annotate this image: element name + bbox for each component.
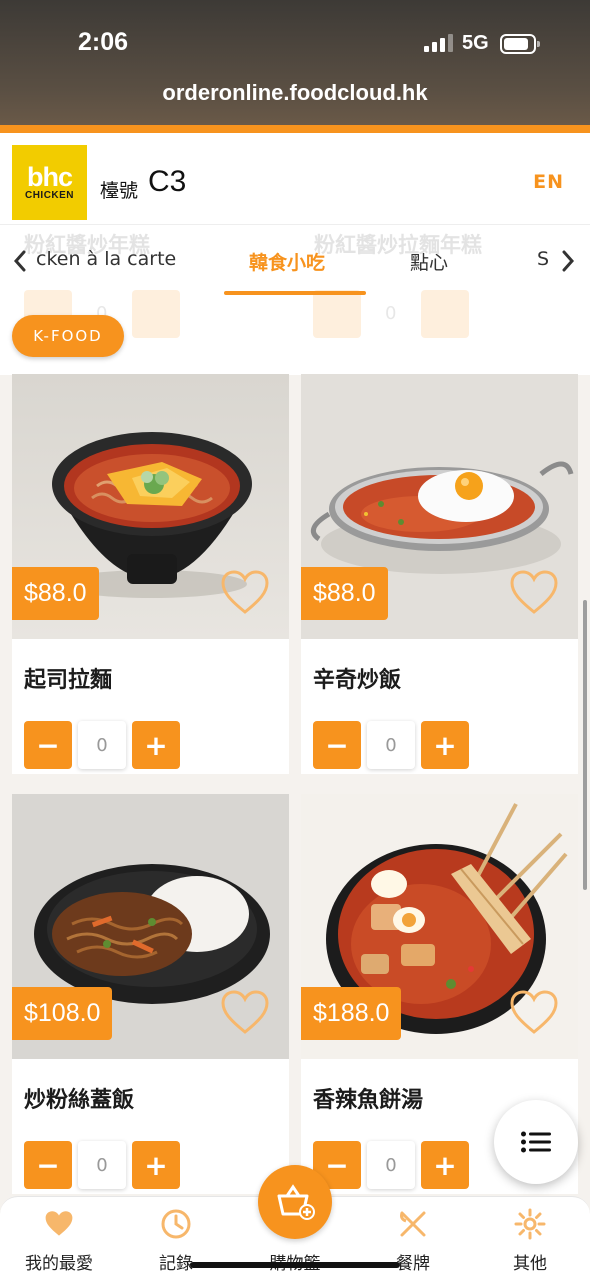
nav-more[interactable]: 其他 bbox=[480, 1207, 580, 1274]
basket-icon bbox=[277, 1184, 315, 1220]
list-icon bbox=[521, 1131, 551, 1153]
product-card[interactable]: $88.0 起司拉麵 − 0 + bbox=[12, 374, 289, 774]
url-bar[interactable]: orderonline.foodcloud.hk bbox=[0, 80, 590, 106]
decrease-qty-button[interactable]: − bbox=[24, 721, 72, 769]
product-card[interactable]: $108.0 炒粉絲蓋飯 − 0 + bbox=[12, 794, 289, 1194]
decrease-qty-button[interactable]: − bbox=[24, 1141, 72, 1189]
utensils-icon bbox=[400, 1211, 426, 1237]
tab-dim-sum[interactable]: 點心 bbox=[410, 248, 448, 275]
browser-top-bar: 2:06 5G orderonline.foodcloud.hk bbox=[0, 0, 590, 128]
ghost-qty: 0 bbox=[385, 303, 397, 324]
increase-qty-button[interactable]: + bbox=[132, 1141, 180, 1189]
tab-chicken-a-la-carte[interactable]: cken à la carte bbox=[36, 248, 176, 270]
quantity-stepper: − 0 + bbox=[313, 1141, 473, 1189]
quantity-value[interactable]: 0 bbox=[78, 721, 126, 769]
quantity-value[interactable]: 0 bbox=[367, 721, 415, 769]
increase-qty-button[interactable]: + bbox=[421, 721, 469, 769]
scrollbar[interactable] bbox=[583, 600, 587, 890]
battery-icon bbox=[500, 34, 540, 54]
increase-qty-button[interactable]: + bbox=[132, 721, 180, 769]
gear-icon bbox=[514, 1208, 546, 1240]
price-tag: $88.0 bbox=[12, 567, 99, 620]
price-tag: $88.0 bbox=[301, 567, 388, 620]
cart-button[interactable] bbox=[258, 1165, 332, 1239]
heart-icon bbox=[45, 1211, 73, 1236]
table-number: C3 bbox=[148, 165, 187, 198]
chevron-left-icon[interactable] bbox=[12, 248, 28, 281]
header-accent-line bbox=[0, 125, 590, 133]
signal-icon bbox=[424, 34, 453, 52]
quantity-value[interactable]: 0 bbox=[78, 1141, 126, 1189]
category-chip[interactable]: K-FOOD bbox=[12, 315, 124, 357]
product-name: 炒粉絲蓋飯 bbox=[24, 1088, 135, 1113]
home-indicator bbox=[190, 1262, 400, 1268]
favorite-heart-icon[interactable] bbox=[509, 570, 559, 616]
network-type: 5G bbox=[462, 32, 489, 54]
bhc-logo[interactable]: bhc CHICKEN bbox=[12, 145, 87, 220]
nav-favorites[interactable]: 我的最愛 bbox=[9, 1207, 109, 1274]
status-time: 2:06 bbox=[78, 28, 129, 56]
chevron-right-icon[interactable] bbox=[560, 248, 576, 281]
product-name: 起司拉麵 bbox=[24, 668, 113, 693]
active-tab-indicator bbox=[224, 291, 366, 295]
language-toggle[interactable]: EN bbox=[533, 171, 564, 193]
quantity-stepper: − 0 + bbox=[313, 721, 473, 769]
app-header: bhc CHICKEN 檯號 C3 EN bbox=[0, 133, 590, 225]
clock-icon bbox=[161, 1209, 191, 1239]
tab-next-partial[interactable]: S bbox=[537, 248, 549, 270]
category-tabs: cken à la carte 韓食小吃 點心 S bbox=[0, 238, 590, 298]
increase-qty-button[interactable]: + bbox=[421, 1141, 469, 1189]
decrease-qty-button[interactable]: − bbox=[313, 721, 361, 769]
tab-korean-snacks[interactable]: 韓食小吃 bbox=[249, 248, 325, 275]
product-name: 辛奇炒飯 bbox=[313, 668, 402, 693]
category-list-button[interactable] bbox=[494, 1100, 578, 1184]
product-name: 香辣魚餅湯 bbox=[313, 1088, 424, 1113]
quantity-stepper: − 0 + bbox=[24, 1141, 184, 1189]
quantity-stepper: − 0 + bbox=[24, 721, 184, 769]
quantity-value[interactable]: 0 bbox=[367, 1141, 415, 1189]
price-tag: $188.0 bbox=[301, 987, 402, 1040]
favorite-heart-icon[interactable] bbox=[220, 990, 270, 1036]
product-card[interactable]: $88.0 辛奇炒飯 − 0 + bbox=[301, 374, 578, 774]
table-label: 檯號 bbox=[100, 180, 139, 202]
favorite-heart-icon[interactable] bbox=[220, 570, 270, 616]
favorite-heart-icon[interactable] bbox=[509, 990, 559, 1036]
price-tag: $108.0 bbox=[12, 987, 113, 1040]
